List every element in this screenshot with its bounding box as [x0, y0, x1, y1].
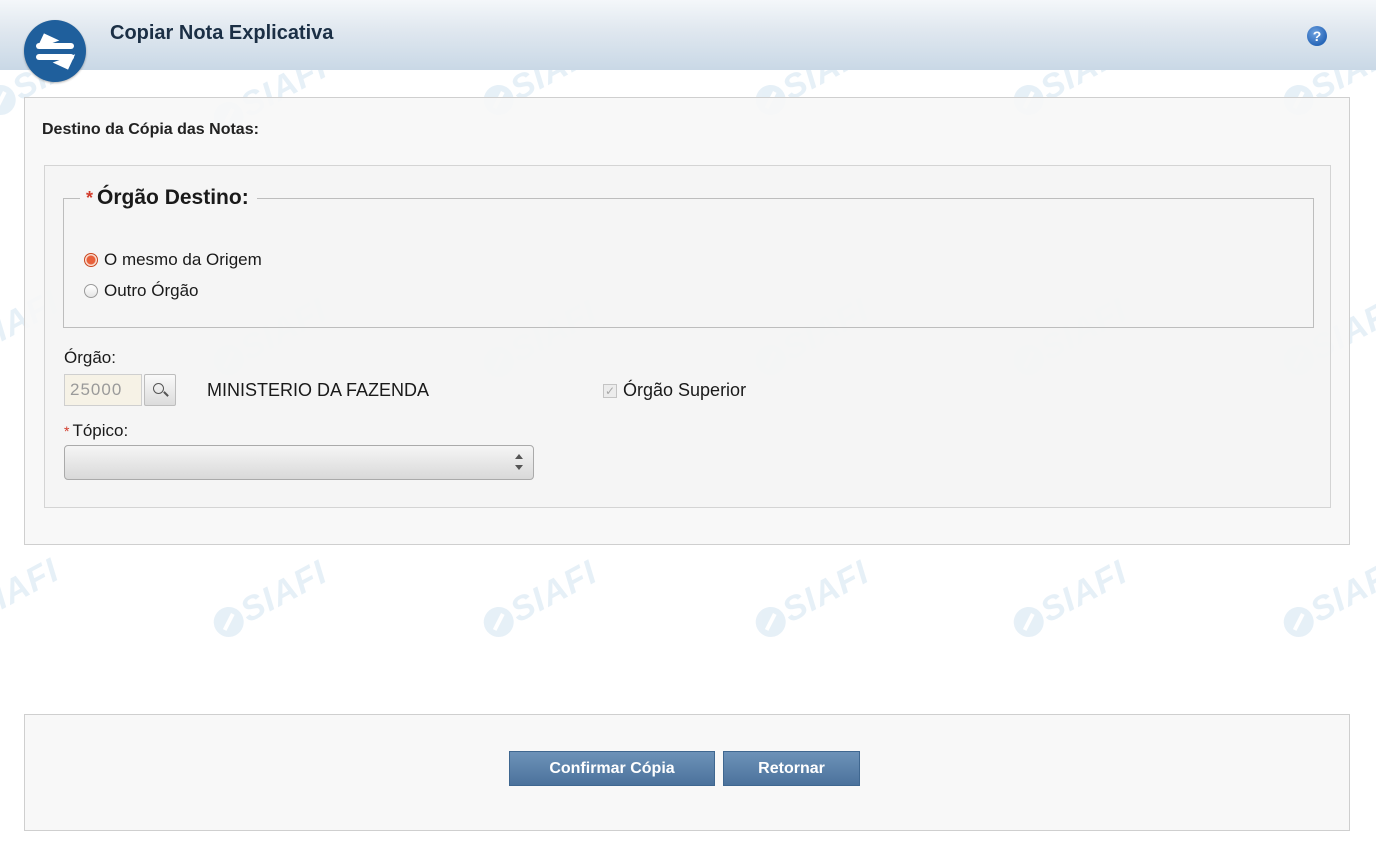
orgao-name: MINISTERIO DA FAZENDA	[207, 380, 430, 400]
watermark-logo-icon	[208, 601, 249, 642]
orgao-destino-legend: * Órgão Destino:	[80, 186, 257, 210]
topico-select[interactable]	[64, 445, 534, 480]
watermark-logo-icon	[1278, 601, 1319, 642]
logo-bar-top	[36, 43, 74, 49]
watermark: SIAFI	[0, 551, 66, 628]
watermark: SIAFI	[476, 553, 604, 646]
page-header: Copiar Nota Explicativa ?	[0, 0, 1376, 82]
page-title: Copiar Nota Explicativa	[110, 22, 334, 44]
topico-label-text: Tópico:	[72, 421, 129, 440]
watermark-logo-icon	[478, 601, 519, 642]
form-panel: Destino da Cópia das Notas: * Órgão Desti…	[24, 97, 1350, 545]
siafi-logo-icon	[24, 20, 86, 82]
watermark: SIAFI	[748, 553, 876, 646]
radio-button-outro-orgao[interactable]	[84, 284, 98, 298]
orgao-superior-checkbox: ✓	[603, 383, 617, 398]
watermark: SIAFI	[1276, 553, 1376, 646]
return-button[interactable]: Retornar	[723, 751, 860, 786]
watermark-logo-icon	[750, 601, 791, 642]
orgao-destino-fieldset: * Órgão Destino: O mesmo da Origem Outro …	[63, 186, 1314, 328]
orgao-superior-option: ✓ Órgão Superior	[603, 380, 746, 401]
watermark-logo-icon	[0, 79, 21, 120]
section-title: Destino da Cópia das Notas:	[42, 121, 259, 138]
orgao-lookup-button[interactable]	[144, 374, 176, 406]
help-icon[interactable]: ?	[1307, 26, 1327, 46]
arrow-down-icon	[515, 465, 523, 470]
radio-label-mesmo-origem[interactable]: O mesmo da Origem	[104, 250, 262, 270]
orgao-label: Órgão:	[64, 348, 116, 367]
required-marker: *	[86, 188, 94, 208]
orgao-destino-legend-text: Órgão Destino:	[97, 186, 249, 209]
topico-label: * Tópico:	[64, 421, 128, 441]
select-arrows-icon	[515, 454, 523, 472]
arrow-up-icon	[515, 454, 523, 459]
actions-panel: Confirmar Cópia Retornar	[24, 714, 1350, 831]
radio-button-mesmo-origem[interactable]	[84, 253, 98, 267]
confirm-copy-button[interactable]: Confirmar Cópia	[509, 751, 715, 786]
watermark-logo-icon	[1008, 601, 1049, 642]
watermark: SIAFI	[1006, 553, 1134, 646]
radio-option-mesmo-origem[interactable]: O mesmo da Origem	[84, 250, 262, 270]
required-marker: *	[64, 423, 70, 439]
radio-label-outro-orgao[interactable]: Outro Órgão	[104, 281, 199, 301]
magnifier-handle	[163, 391, 169, 397]
orgao-code-field	[64, 374, 142, 406]
radio-option-outro-orgao[interactable]: Outro Órgão	[84, 281, 199, 301]
destino-container: * Órgão Destino: O mesmo da Origem Outro …	[44, 165, 1331, 508]
orgao-superior-label: Órgão Superior	[623, 380, 747, 400]
watermark: SIAFI	[206, 553, 334, 646]
